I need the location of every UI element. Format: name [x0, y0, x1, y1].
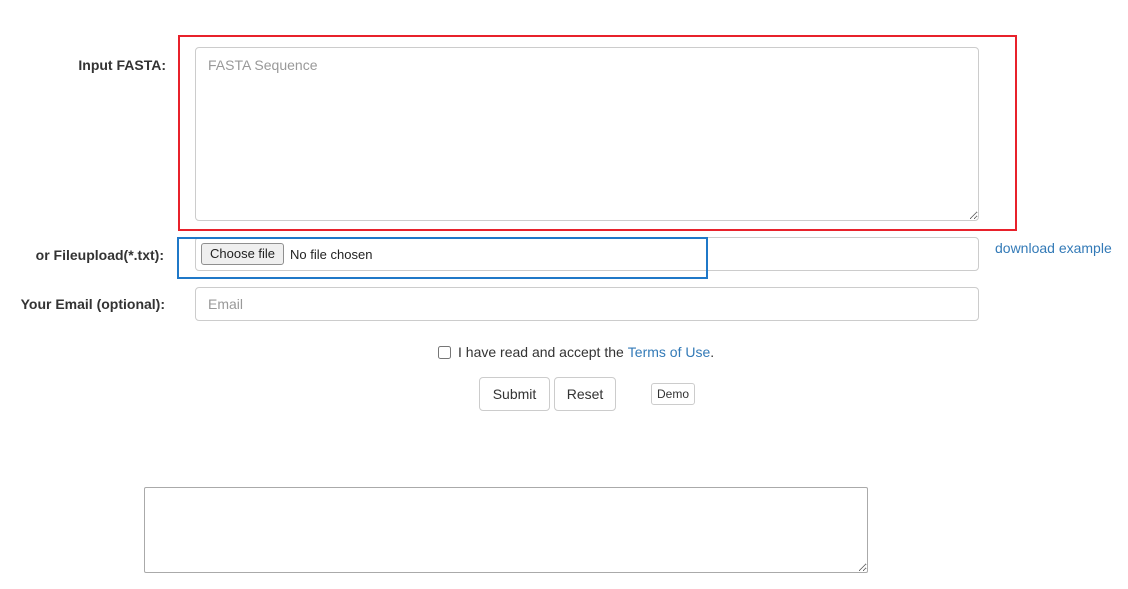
terms-period: . [710, 344, 715, 360]
email-input[interactable] [195, 287, 979, 321]
file-upload-label: or Fileupload(*.txt): [35, 247, 164, 263]
choose-file-button[interactable]: Choose file [201, 243, 285, 265]
terms-row: I have read and accept the Terms of Use. [438, 344, 714, 360]
input-fasta-label: Input FASTA: [78, 57, 166, 73]
terms-checkbox[interactable] [438, 345, 451, 359]
demo-button[interactable]: Demo [651, 383, 695, 405]
output-textarea[interactable] [144, 487, 868, 573]
file-status-text: No file chosen [290, 246, 373, 262]
terms-of-use-link[interactable]: Terms of Use [628, 344, 710, 360]
terms-text: I have read and accept the [458, 344, 624, 360]
file-upload-field[interactable]: Choose file No file chosen [195, 237, 979, 271]
download-example-link[interactable]: download example [995, 240, 1112, 256]
fasta-sequence-textarea[interactable] [195, 47, 979, 221]
email-label: Your Email (optional): [20, 296, 165, 312]
submit-button[interactable]: Submit [479, 377, 550, 411]
reset-button[interactable]: Reset [554, 377, 616, 411]
